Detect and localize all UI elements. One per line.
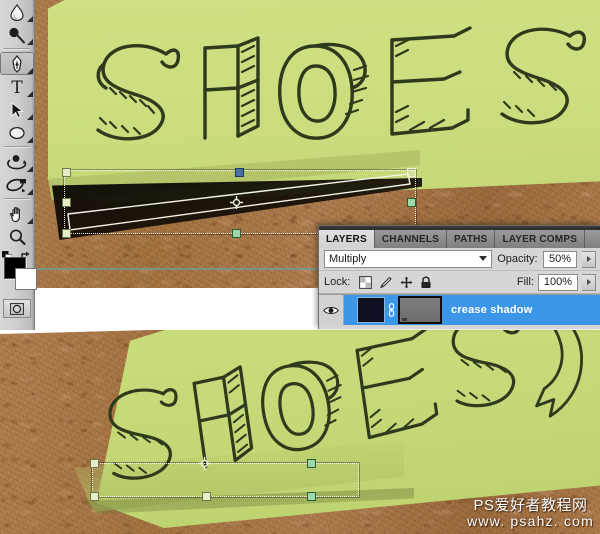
layers-panel[interactable]: LAYERS CHANNELS PATHS LAYER COMPS Multip… bbox=[318, 225, 600, 329]
blend-mode-value: Multiply bbox=[329, 253, 367, 265]
tools-panel[interactable]: T bbox=[0, 0, 37, 330]
blur-tool[interactable] bbox=[0, 0, 34, 23]
photoshop-tutorial-screenshot: PS爱好者教程网 www. psahz. com T LAYERS CHANNE… bbox=[0, 0, 600, 534]
orbit-3d-tool[interactable] bbox=[0, 173, 34, 196]
ellipse-shape-icon bbox=[9, 126, 25, 139]
quick-mask-button[interactable] bbox=[3, 299, 31, 318]
color-swatches[interactable] bbox=[0, 251, 37, 297]
opacity-slider-button[interactable] bbox=[582, 250, 597, 268]
dodge-tool-icon bbox=[9, 27, 25, 43]
lock-position-icon[interactable] bbox=[400, 276, 413, 289]
lock-label: Lock: bbox=[324, 276, 351, 288]
flyout-triangle-icon bbox=[27, 189, 33, 195]
lock-image-pixels-icon[interactable] bbox=[379, 276, 393, 289]
flyout-triangle-icon bbox=[27, 218, 33, 224]
3d-orbit-icon bbox=[6, 178, 26, 192]
chevron-down-icon bbox=[479, 256, 488, 261]
panel-tab-bar[interactable]: LAYERS CHANNELS PATHS LAYER COMPS bbox=[319, 230, 600, 248]
opacity-label: Opacity: bbox=[497, 253, 538, 265]
zoom-tool[interactable] bbox=[0, 225, 34, 248]
flyout-triangle-icon bbox=[27, 39, 33, 45]
tab-layer-comps[interactable]: LAYER COMPS bbox=[495, 230, 586, 248]
tab-bar-filler bbox=[585, 230, 600, 248]
fill-label: Fill: bbox=[516, 276, 534, 288]
pen-tool[interactable] bbox=[0, 52, 34, 75]
3d-rotate-icon bbox=[7, 154, 27, 169]
fill-slider-button[interactable] bbox=[582, 273, 596, 291]
hand-tool[interactable] bbox=[0, 202, 34, 225]
type-tool-icon: T bbox=[11, 78, 23, 97]
pen-tool-icon bbox=[12, 54, 22, 73]
hand-tool-icon bbox=[9, 206, 20, 222]
tab-channels[interactable]: CHANNELS bbox=[374, 230, 448, 248]
layer-thumbnail[interactable] bbox=[358, 298, 384, 322]
layer-mask-thumbnail[interactable] bbox=[398, 296, 442, 324]
tab-layers[interactable]: LAYERS bbox=[319, 230, 375, 248]
fill-input[interactable]: 100% bbox=[538, 273, 578, 291]
lock-row[interactable]: Lock: Fill: 100% bbox=[319, 271, 600, 294]
background-color-swatch[interactable] bbox=[15, 268, 37, 290]
flyout-triangle-icon bbox=[27, 91, 33, 97]
shape-tool[interactable] bbox=[0, 121, 34, 144]
tool-separator bbox=[4, 198, 30, 200]
tool-separator bbox=[4, 146, 30, 148]
tool-separator bbox=[4, 48, 30, 50]
blend-mode-row[interactable]: Multiply Opacity: 50% bbox=[319, 248, 600, 271]
flyout-triangle-icon bbox=[27, 114, 33, 120]
chain-link-icon bbox=[388, 303, 394, 317]
lock-all-icon[interactable] bbox=[420, 275, 432, 289]
blend-mode-select[interactable]: Multiply bbox=[324, 250, 493, 268]
tab-paths[interactable]: PATHS bbox=[447, 230, 496, 248]
mask-link-icon[interactable] bbox=[384, 303, 398, 317]
svg-text:T: T bbox=[11, 78, 23, 97]
path-selection-tool[interactable] bbox=[0, 98, 34, 121]
type-tool[interactable]: T bbox=[0, 75, 34, 98]
opacity-input[interactable]: 50% bbox=[542, 250, 578, 268]
quick-mask-icon bbox=[10, 302, 24, 315]
layer-name[interactable]: crease shadow bbox=[451, 304, 532, 316]
rotate-3d-tool[interactable] bbox=[0, 150, 34, 173]
dodge-tool[interactable] bbox=[0, 23, 34, 46]
flyout-triangle-icon bbox=[27, 137, 33, 143]
layer-visibility-toggle[interactable] bbox=[319, 295, 344, 325]
lock-transparent-pixels-icon[interactable] bbox=[359, 275, 373, 289]
bottom-canvas-screenshot: PS爱好者教程网 www. psahz. com bbox=[0, 318, 600, 534]
flyout-triangle-icon bbox=[27, 166, 33, 172]
zoom-magnifier-icon bbox=[9, 228, 26, 245]
blur-tool-icon bbox=[10, 3, 24, 21]
path-selection-arrow-icon bbox=[11, 101, 24, 118]
flyout-triangle-icon bbox=[27, 16, 33, 22]
layer-row[interactable]: crease shadow bbox=[319, 294, 600, 325]
eye-icon bbox=[323, 306, 339, 314]
flyout-triangle-icon bbox=[27, 68, 33, 74]
